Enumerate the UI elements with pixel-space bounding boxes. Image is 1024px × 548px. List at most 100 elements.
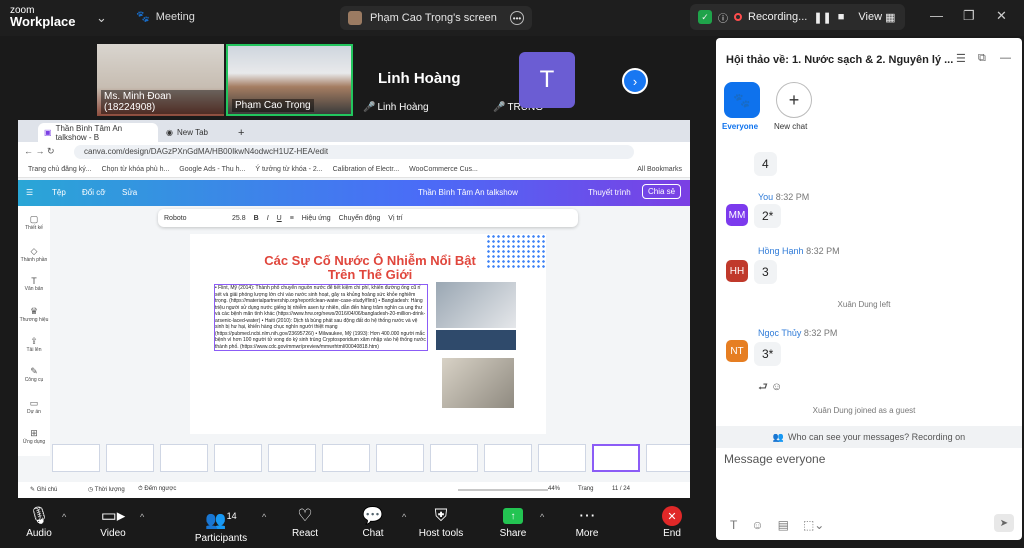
thumbnail[interactable] bbox=[376, 444, 424, 472]
tab-everyone[interactable]: Everyone bbox=[722, 122, 758, 131]
minimize-icon[interactable]: — bbox=[930, 8, 943, 23]
tab-new[interactable]: ◉ New Tab bbox=[160, 123, 230, 142]
slide-canvas[interactable]: Các Sự Cố Nước Ô Nhiễm Nổi Bật Trên Thế … bbox=[190, 234, 546, 434]
share-indicator[interactable]: Phạm Cao Trọng's screen ••• bbox=[340, 6, 532, 30]
url-field[interactable]: canva.com/design/DAGzPXnGdMA/HB00IkwN4od… bbox=[74, 145, 634, 159]
new-chat-button[interactable]: + bbox=[776, 82, 812, 118]
font-select[interactable]: Roboto bbox=[164, 215, 224, 222]
page-view-button[interactable]: Trang bbox=[578, 486, 593, 492]
present-button[interactable]: Thuyết trình bbox=[588, 188, 631, 197]
thumbnail-selected[interactable] bbox=[592, 444, 640, 472]
participants-button[interactable]: 👥14 Participants bbox=[186, 506, 256, 544]
end-button[interactable]: ✕ End bbox=[652, 506, 692, 539]
bookmark[interactable]: Google Ads - Thu h... bbox=[179, 166, 245, 173]
host-tools-button[interactable]: ⛨ Host tools bbox=[406, 506, 476, 539]
audio-button[interactable]: 🎙 Audio bbox=[4, 506, 74, 539]
thumbnail[interactable] bbox=[214, 444, 262, 472]
slide-body[interactable]: • Flint, Mỹ (2014): Thành phố chuyển ngu… bbox=[214, 284, 428, 351]
chevron-up-icon[interactable]: ^ bbox=[262, 512, 266, 522]
react-button[interactable]: ♡ React bbox=[270, 506, 340, 539]
more-button[interactable]: ⋯ More bbox=[552, 506, 622, 539]
format-icon[interactable]: T bbox=[730, 518, 737, 532]
countdown-button[interactable]: ⏱ Đếm ngược bbox=[138, 486, 176, 493]
menu-icon[interactable]: ☰ bbox=[26, 188, 33, 197]
bold-icon[interactable]: B bbox=[254, 215, 259, 222]
chat-button[interactable]: 💬 Chat bbox=[338, 506, 408, 539]
effects-button[interactable]: Hiệu ứng bbox=[302, 215, 331, 222]
underline-icon[interactable]: U bbox=[277, 215, 282, 222]
share-button[interactable]: ↑ Share bbox=[478, 506, 548, 539]
visibility-notice[interactable]: 👥 Who can see your messages? Recording on bbox=[716, 426, 1022, 448]
close-icon[interactable]: ✕ bbox=[996, 8, 1007, 24]
rail-design[interactable]: ▢ Thiết kế bbox=[18, 214, 50, 231]
thumbnail[interactable] bbox=[106, 444, 154, 472]
menu-file[interactable]: Tệp bbox=[52, 188, 66, 197]
message-input[interactable]: Message everyone bbox=[724, 452, 825, 466]
restore-icon[interactable]: ❐ bbox=[963, 8, 975, 24]
share-button[interactable]: Chia sẻ bbox=[642, 184, 682, 199]
bookmark[interactable]: All Bookmarks bbox=[637, 166, 682, 173]
nav-arrows-icon[interactable]: ← → ↻ bbox=[24, 146, 55, 157]
bookmark[interactable]: WooCommerce Cus... bbox=[409, 166, 478, 173]
timer-button[interactable]: ◷ Thời lượng bbox=[88, 486, 125, 493]
thumbnail[interactable] bbox=[538, 444, 586, 472]
rail-brand[interactable]: ♛ Thương hiệu bbox=[18, 306, 50, 323]
rail-tools[interactable]: ✎ Công cụ bbox=[18, 366, 50, 383]
file-icon[interactable]: ▤ bbox=[778, 518, 789, 532]
rail-apps[interactable]: ⊞ Ứng dụng bbox=[18, 428, 50, 445]
shield-icon[interactable]: ✓ bbox=[698, 10, 712, 24]
tab-canva[interactable]: ▣ Thần Bình Tâm An talkshow - B bbox=[38, 123, 158, 142]
video-tile-pham-cao-trong[interactable]: Phạm Cao Trọng bbox=[226, 44, 353, 116]
reply-icon[interactable]: ⮐ ☺ bbox=[758, 378, 782, 397]
meeting-tab[interactable]: 🐾 Meeting bbox=[136, 10, 195, 24]
position-button[interactable]: Vị trí bbox=[388, 215, 402, 222]
rail-elements[interactable]: ◇ Thành phần bbox=[18, 246, 50, 263]
video-tile-minh-doan[interactable]: Ms. Minh Đoan (18224908) bbox=[97, 44, 224, 116]
bookmark[interactable]: Trang chủ đăng ký... bbox=[28, 166, 92, 173]
menu-edit[interactable]: Sửa bbox=[122, 188, 137, 197]
chevron-down-icon[interactable]: ⌄ bbox=[96, 10, 107, 26]
emoji-icon[interactable]: ☺ bbox=[751, 518, 763, 532]
more-icon[interactable]: ••• bbox=[510, 11, 524, 25]
italic-icon[interactable]: I bbox=[267, 215, 269, 222]
menu-resize[interactable]: Đổi cỡ bbox=[82, 188, 105, 197]
screenshot-icon[interactable]: ⬚⌄ bbox=[803, 518, 824, 532]
new-chat-label[interactable]: New chat bbox=[774, 122, 807, 131]
thumbnail[interactable] bbox=[484, 444, 532, 472]
font-size[interactable]: 25.8 bbox=[232, 215, 246, 222]
bookmark[interactable]: Chọn từ khóa phù h... bbox=[102, 166, 170, 173]
pause-icon[interactable]: ❚❚ bbox=[813, 11, 831, 24]
chevron-up-icon[interactable]: ^ bbox=[140, 512, 144, 522]
next-page-icon[interactable]: › bbox=[622, 68, 648, 94]
thumbnail[interactable] bbox=[430, 444, 478, 472]
image-placeholder[interactable] bbox=[436, 282, 516, 328]
image-placeholder[interactable] bbox=[442, 358, 514, 408]
slide-title[interactable]: Các Sự Cố Nước Ô Nhiễm Nổi Bật Trên Thế … bbox=[260, 254, 480, 282]
thumbnail[interactable] bbox=[160, 444, 208, 472]
info-icon[interactable]: ⓘ bbox=[718, 10, 728, 25]
thumbnail[interactable] bbox=[52, 444, 100, 472]
zoom-slider[interactable] bbox=[458, 489, 548, 491]
rail-projects[interactable]: ▭ Dự án bbox=[18, 398, 50, 415]
align-icon[interactable]: ≡ bbox=[290, 215, 294, 222]
view-button[interactable]: View ▦ bbox=[858, 11, 895, 24]
notes-button[interactable]: ✎ Ghi chú bbox=[30, 486, 57, 493]
thumbnail[interactable] bbox=[646, 444, 690, 472]
image-placeholder[interactable] bbox=[436, 330, 516, 350]
paw-icon[interactable]: 🐾 bbox=[724, 82, 760, 118]
stop-icon[interactable]: ■ bbox=[838, 11, 845, 23]
thumbnail[interactable] bbox=[268, 444, 316, 472]
rail-uploads[interactable]: ⇪ Tải lên bbox=[18, 336, 50, 353]
video-button[interactable]: ▭▸ Video bbox=[78, 506, 148, 539]
chevron-up-icon[interactable]: ^ bbox=[540, 512, 544, 522]
send-icon[interactable]: ➤ bbox=[994, 514, 1014, 532]
menu-icon[interactable]: ☰ bbox=[956, 52, 966, 65]
popout-icon[interactable]: ⧉ bbox=[978, 52, 986, 65]
bookmark[interactable]: Calibration of Electr... bbox=[333, 166, 400, 173]
bookmark[interactable]: Ý tưởng từ khóa - 2... bbox=[255, 166, 322, 173]
new-tab-icon[interactable]: + bbox=[232, 123, 248, 142]
minimize-icon[interactable]: — bbox=[1000, 52, 1011, 64]
doc-title[interactable]: Thần Bình Tâm An talkshow bbox=[418, 188, 518, 197]
chevron-up-icon[interactable]: ^ bbox=[62, 512, 66, 522]
animate-button[interactable]: Chuyển động bbox=[339, 215, 381, 222]
